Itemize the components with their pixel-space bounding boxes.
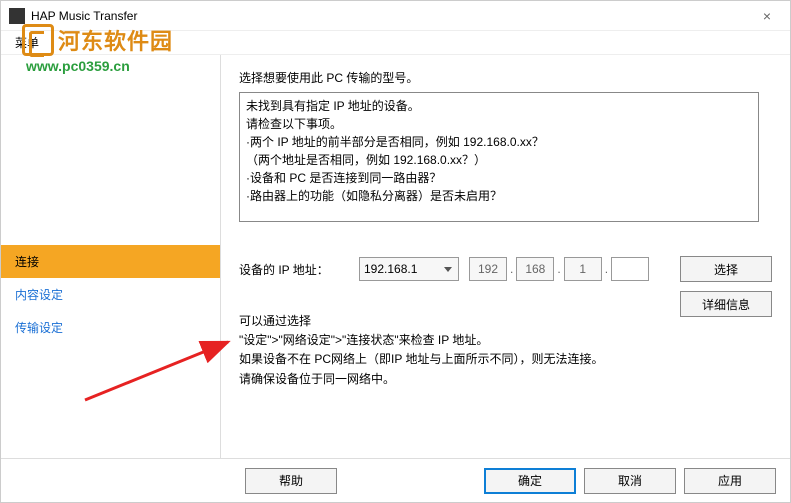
menubar: 菜单 (1, 31, 790, 55)
sidebar-list: 连接 内容设定 传输设定 (1, 245, 220, 344)
app-window: HAP Music Transfer × 菜单 河东软件园 www.pc0359… (0, 0, 791, 503)
help-text: 可以通过选择 "设定">"网络设定">"连接状态"来检查 IP 地址。 如果设备… (239, 312, 772, 389)
ip-row: 设备的 IP 地址： 192.168.1 192 . 168 . 1 . 选择 (239, 256, 772, 282)
detail-button[interactable]: 详细信息 (680, 291, 772, 317)
ip-dot: . (510, 262, 513, 276)
sidebar: 连接 内容设定 传输设定 (1, 55, 221, 458)
message-line: ·两个 IP 地址的前半部分是否相同，例如 192.168.0.xx？ (246, 133, 752, 151)
sidebar-item-label: 传输设定 (15, 321, 63, 335)
help-line: 如果设备不在 PC网络上（即IP 地址与上面所示不同），则无法连接。 (239, 350, 772, 369)
section-label: 选择想要使用此 PC 传输的型号。 (239, 69, 772, 86)
message-box[interactable]: 未找到具有指定 IP 地址的设备。 请检查以下事项。 ·两个 IP 地址的前半部… (239, 92, 759, 222)
message-line: （两个地址是否相同，例如 192.168.0.xx？） (246, 151, 752, 169)
sidebar-item-content-settings[interactable]: 内容设定 (1, 278, 220, 311)
help-line: "设定">"网络设定">"连接状态"来检查 IP 地址。 (239, 331, 772, 350)
window-title: HAP Music Transfer (31, 9, 752, 23)
close-icon[interactable]: × (752, 8, 782, 24)
content-area: 连接 内容设定 传输设定 选择想要使用此 PC 传输的型号。 未找到具有指定 I… (1, 55, 790, 458)
message-line: 未找到具有指定 IP 地址的设备。 (246, 97, 752, 115)
ip-oct-1: 192 (469, 257, 507, 281)
ip-label: 设备的 IP 地址： (239, 261, 359, 278)
help-line: 请确保设备位于同一网络中。 (239, 370, 772, 389)
ip-oct-3: 1 (564, 257, 602, 281)
footer: 帮助 确定 取消 应用 (1, 458, 790, 502)
sidebar-item-connection[interactable]: 连接 (1, 245, 220, 278)
ok-button[interactable]: 确定 (484, 468, 576, 494)
apply-button[interactable]: 应用 (684, 468, 776, 494)
menu-item[interactable]: 菜单 (9, 32, 45, 53)
combo-value: 192.168.1 (364, 262, 417, 276)
sidebar-item-label: 连接 (15, 255, 39, 269)
main-panel: 选择想要使用此 PC 传输的型号。 未找到具有指定 IP 地址的设备。 请检查以… (221, 55, 790, 458)
ip-prefix-combo[interactable]: 192.168.1 (359, 257, 459, 281)
ip-dot: . (557, 262, 560, 276)
select-button[interactable]: 选择 (680, 256, 772, 282)
titlebar: HAP Music Transfer × (1, 1, 790, 31)
ip-oct-4[interactable] (611, 257, 649, 281)
app-icon (9, 8, 25, 24)
ip-dot: . (605, 262, 608, 276)
message-line: ·设备和 PC 是否连接到同一路由器？ (246, 169, 752, 187)
sidebar-item-transfer-settings[interactable]: 传输设定 (1, 311, 220, 344)
sidebar-item-label: 内容设定 (15, 288, 63, 302)
ip-oct-2: 168 (516, 257, 554, 281)
cancel-button[interactable]: 取消 (584, 468, 676, 494)
message-line: 请检查以下事项。 (246, 115, 752, 133)
help-button[interactable]: 帮助 (245, 468, 337, 494)
message-line: ·路由器上的功能（如隐私分离器）是否未启用？ (246, 187, 752, 205)
